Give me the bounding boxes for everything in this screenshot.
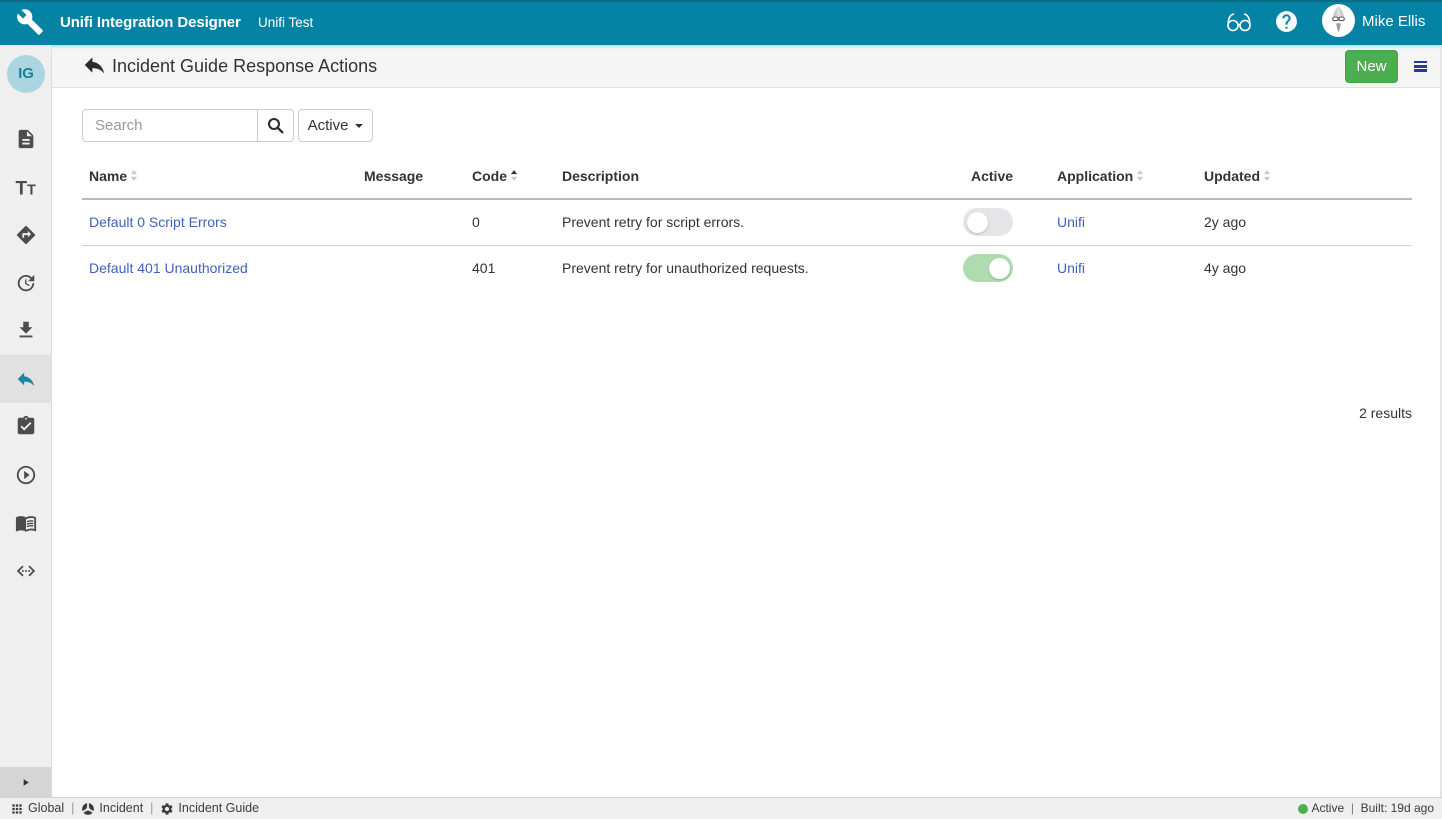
svg-text:T: T bbox=[27, 183, 36, 198]
svg-text:T: T bbox=[15, 179, 27, 198]
